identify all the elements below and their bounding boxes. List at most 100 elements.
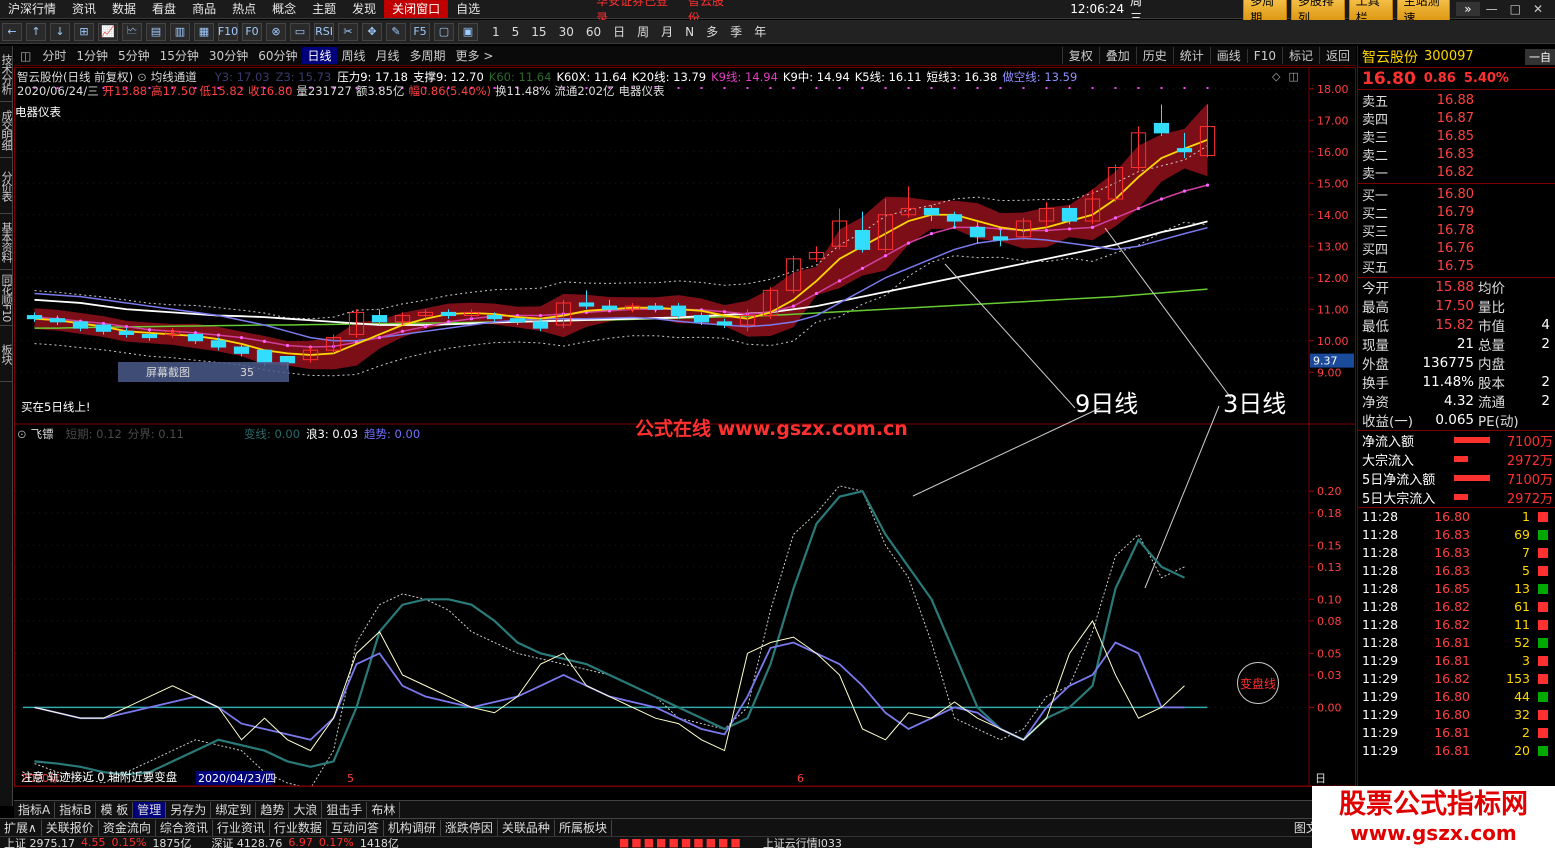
asks-price[interactable]: 16.82 [1414, 165, 1474, 180]
bottom-tab-4[interactable]: 另存为 [166, 801, 212, 818]
period-tab-2[interactable]: 5分钟 [113, 47, 155, 64]
candle-body[interactable] [1061, 207, 1078, 222]
left-tab-3[interactable]: 基本资料 [0, 214, 13, 270]
toolbar-period-11[interactable]: 年 [748, 23, 772, 40]
left-tab-0[interactable]: 技术分析 [0, 46, 13, 102]
toolbar-period-7[interactable]: 月 [655, 23, 679, 40]
toolbar-period-0[interactable]: 1 [486, 25, 506, 39]
candle-body[interactable] [118, 330, 135, 335]
toolbar-tool-5-icon[interactable]: 🗠 [122, 22, 142, 41]
candle-body[interactable] [49, 318, 66, 323]
toolbar-period-10[interactable]: 季 [724, 23, 748, 40]
bottom-tab-6[interactable]: 趋势 [256, 801, 290, 818]
info-tab-9[interactable]: 关联品种 [498, 819, 555, 836]
chart-tool-3[interactable]: 统计 [1172, 47, 1210, 64]
asks-price[interactable]: 16.87 [1414, 111, 1474, 126]
candle-body[interactable] [532, 321, 549, 329]
chart-tool-2[interactable]: 历史 [1135, 47, 1173, 64]
info-tab-10[interactable]: 所属板块 [555, 819, 612, 836]
candle-body[interactable] [486, 315, 503, 320]
toolbar-period-4[interactable]: 60 [580, 25, 607, 39]
toolbar-tool-6-icon[interactable]: ▤ [146, 22, 166, 41]
menu-item-9[interactable]: 关闭窗口 [384, 0, 449, 18]
left-tab-5[interactable]: 板块 [0, 326, 13, 382]
info-tab-1[interactable]: 关联报价 [42, 819, 99, 836]
candle-body[interactable] [1153, 122, 1170, 134]
toolbar-tool-2-icon[interactable]: ↓ [50, 22, 70, 41]
chart-tool-4[interactable]: 画线 [1209, 47, 1247, 64]
toolbar-tool-4-icon[interactable]: 📈 [98, 22, 118, 41]
candle-body[interactable] [578, 302, 595, 307]
candle-body[interactable] [693, 315, 710, 323]
toolbar-tool-14-icon[interactable]: ✂ [338, 22, 358, 41]
left-tab-4[interactable]: 同花顺F10 [0, 270, 13, 326]
toolbar-period-1[interactable]: 5 [506, 25, 526, 39]
menu-item-10[interactable]: 自选 [448, 0, 488, 18]
candle-body[interactable] [72, 321, 89, 329]
toolbar-tool-10-icon[interactable]: F0 [242, 22, 262, 41]
candle-body[interactable] [601, 305, 618, 310]
menu-item-0[interactable]: 沪深行情 [0, 0, 64, 18]
chart-tool-1[interactable]: 叠加 [1098, 47, 1136, 64]
period-tab-0[interactable]: 分时 [37, 47, 71, 64]
bottom-tab-0[interactable]: 指标A [14, 801, 56, 818]
asks-price[interactable]: 16.85 [1414, 129, 1474, 144]
candle-body[interactable] [854, 230, 871, 250]
toolbar-tool-1-icon[interactable]: ↑ [26, 22, 46, 41]
maximize-icon[interactable]: □ [1504, 2, 1527, 16]
toolbar-tool-18-icon[interactable]: ▢ [434, 22, 454, 41]
toolbar-tool-13-icon[interactable]: RSI [314, 22, 334, 41]
candle-body[interactable] [233, 346, 250, 354]
sh-index[interactable]: 上证 2975.17 [4, 835, 75, 848]
restore-icon[interactable]: ◫ [1288, 70, 1298, 83]
left-tab-2[interactable]: 分价表 [0, 158, 13, 214]
toolbar-tool-15-icon[interactable]: ✥ [362, 22, 382, 41]
info-tab-3[interactable]: 综合资讯 [156, 819, 213, 836]
bids-price[interactable]: 16.79 [1414, 205, 1474, 220]
candle-body[interactable] [95, 324, 112, 332]
chart-tool-6[interactable]: 标记 [1281, 47, 1319, 64]
menu-item-5[interactable]: 热点 [224, 0, 264, 18]
bottom-tab-7[interactable]: 大浪 [289, 801, 323, 818]
period-tab-5[interactable]: 60分钟 [253, 47, 302, 64]
info-tab-4[interactable]: 行业资讯 [213, 819, 270, 836]
toolbar-tool-7-icon[interactable]: ▥ [170, 22, 190, 41]
chart-tool-7[interactable]: 返回 [1318, 47, 1356, 64]
candle-body[interactable] [26, 315, 43, 320]
toolbar-tool-17-icon[interactable]: F5 [410, 22, 430, 41]
candle-body[interactable] [187, 333, 204, 342]
candle-body[interactable] [923, 207, 940, 216]
candle-body[interactable] [210, 340, 227, 348]
menu-item-2[interactable]: 数据 [104, 0, 144, 18]
diamond-icon[interactable]: ◇ [1272, 70, 1280, 83]
bottom-tab-8[interactable]: 狙击手 [322, 801, 368, 818]
info-tab-8[interactable]: 涨跌停因 [441, 819, 498, 836]
toolbar-tool-9-icon[interactable]: F10 [218, 22, 238, 41]
info-tab-0[interactable]: 扩展∧ [0, 819, 42, 836]
candle-body[interactable] [992, 236, 1009, 241]
bottom-tab-1[interactable]: 指标B [55, 801, 97, 818]
sz-index[interactable]: 深证 4128.76 [211, 835, 282, 848]
asks-price[interactable]: 16.83 [1414, 147, 1474, 162]
menu-item-6[interactable]: 概念 [264, 0, 304, 18]
info-tab-7[interactable]: 机构调研 [384, 819, 441, 836]
quote-more-button[interactable]: 一自 [1525, 48, 1555, 65]
period-tab-1[interactable]: 1分钟 [71, 47, 113, 64]
toolbar-tool-19-icon[interactable]: ▣ [458, 22, 478, 41]
menu-item-4[interactable]: 商品 [184, 0, 224, 18]
candle-body[interactable] [509, 318, 526, 323]
info-tab-5[interactable]: 行业数据 [270, 819, 327, 836]
more-button[interactable]: » [1456, 2, 1480, 16]
left-tab-1[interactable]: 成交明细 [0, 102, 13, 158]
menu-item-8[interactable]: 发现 [344, 0, 384, 18]
info-tab-6[interactable]: 互动问答 [327, 819, 384, 836]
candle-body[interactable] [946, 214, 963, 222]
info-tab-2[interactable]: 资金流向 [99, 819, 156, 836]
main-chart[interactable]: 18.00 17.00 16.00 15.00 14.00 13.00 12.00 11.00… [14, 67, 1356, 787]
toolbar-tool-11-icon[interactable]: ⊗ [266, 22, 286, 41]
bids-price[interactable]: 16.80 [1414, 187, 1474, 202]
toolbar-period-2[interactable]: 15 [525, 25, 552, 39]
toolbar-tool-16-icon[interactable]: ✎ [386, 22, 406, 41]
candle-body[interactable] [440, 311, 457, 317]
candle-body[interactable] [371, 315, 388, 323]
